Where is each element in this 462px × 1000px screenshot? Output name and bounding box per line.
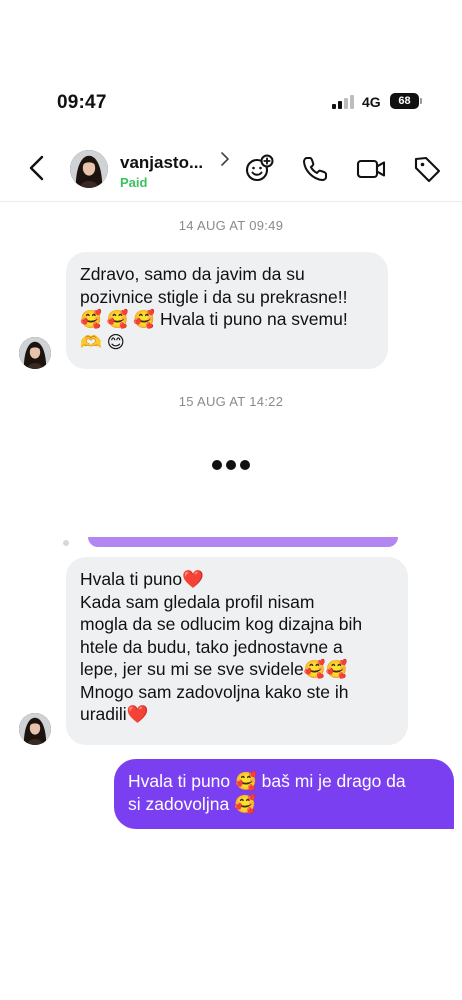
incoming-message-bubble[interactable]: Hvala ti puno❤️ Kada sam gledala profil …: [66, 557, 408, 745]
message-text: Zdravo, samo da javim da su pozivnice st…: [80, 264, 348, 352]
contact-name[interactable]: vanjasto...: [120, 153, 203, 173]
sender-avatar[interactable]: [19, 713, 51, 745]
battery-icon: 68: [390, 93, 419, 109]
tag-icon[interactable]: [412, 154, 442, 184]
cellular-signal-icon: [332, 95, 354, 109]
chat-header: vanjasto... Paid: [0, 140, 462, 202]
add-emoji-icon[interactable]: [244, 154, 274, 184]
phone-icon[interactable]: [300, 154, 330, 184]
back-chevron-icon[interactable]: [24, 154, 52, 182]
date-separator: 14 AUG AT 09:49: [178, 218, 284, 233]
status-bar: 09:47 4G 68: [0, 0, 462, 130]
paid-status-label: Paid: [120, 175, 148, 190]
partial-outgoing-bubble: [88, 537, 398, 547]
network-type: 4G: [362, 94, 381, 110]
video-camera-icon[interactable]: [356, 154, 386, 184]
contact-avatar[interactable]: [70, 150, 108, 188]
partial-message-marker: [63, 540, 69, 546]
date-separator: 15 AUG AT 14:22: [178, 394, 284, 409]
outgoing-message-bubble[interactable]: Hvala ti puno 🥰 baš mi je drago da si za…: [114, 759, 454, 829]
status-time: 09:47: [57, 92, 107, 113]
message-text: Hvala ti puno❤️ Kada sam gledala profil …: [80, 569, 363, 724]
typing-indicator-icon: [212, 460, 252, 472]
chevron-right-icon[interactable]: [220, 152, 230, 166]
battery-tip: [420, 98, 422, 104]
incoming-message-bubble[interactable]: Zdravo, samo da javim da su pozivnice st…: [66, 252, 388, 369]
message-text: Hvala ti puno 🥰 baš mi je drago da si za…: [128, 771, 406, 814]
sender-avatar[interactable]: [19, 337, 51, 369]
battery-level: 68: [398, 95, 411, 107]
